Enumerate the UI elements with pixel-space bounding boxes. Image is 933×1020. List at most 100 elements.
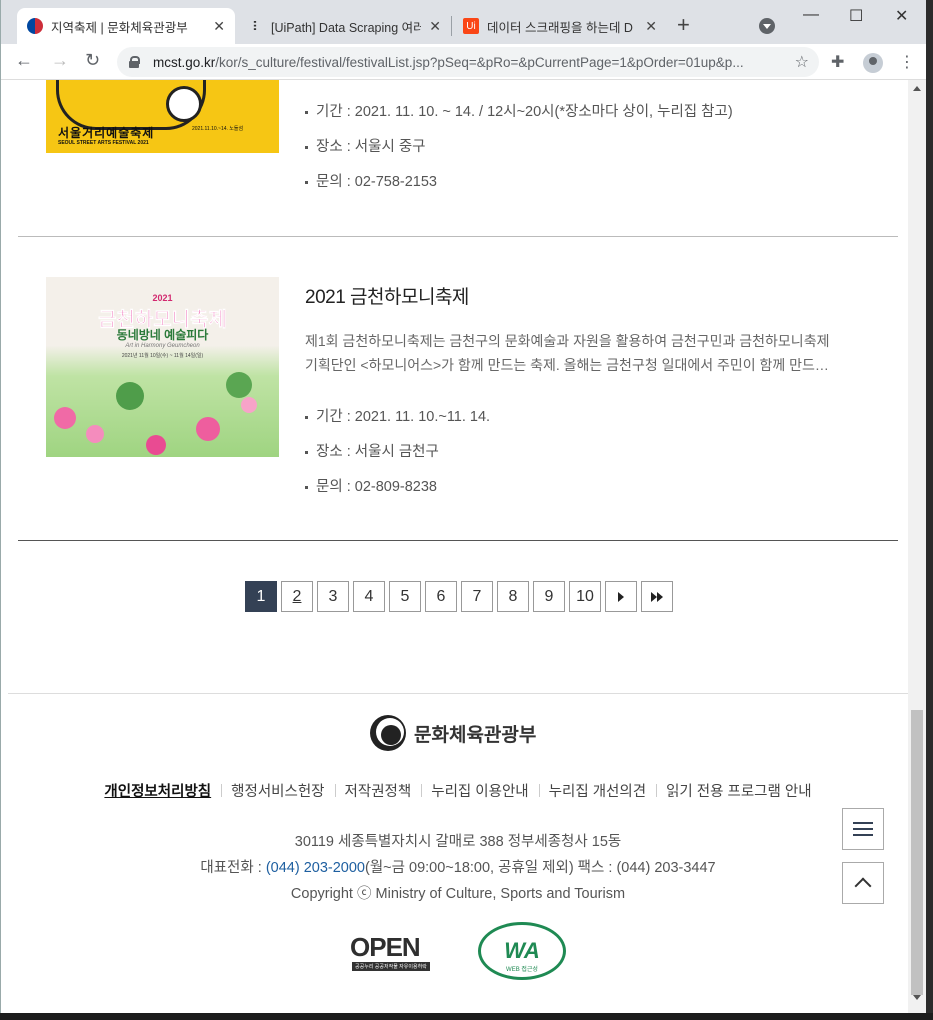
tab-title: 지역축제 | 문화체육관광부 — [51, 20, 188, 35]
festival-place: 장소 : 서울시 중구 — [305, 130, 905, 165]
footer-phone: 대표전화 : (044) 203-2000(월~금 09:00~18:00, 공… — [200, 860, 716, 876]
footer-link-copyright[interactable]: 저작권정책 — [334, 780, 422, 801]
close-tab-icon[interactable]: ✕ — [213, 18, 225, 35]
open-license-badge[interactable]: OPEN 공공누리 공공저작물 자유이용허락 — [350, 932, 442, 972]
festival-contact: 문의 : 02-758-2153 — [305, 165, 905, 200]
government-emblem-icon — [370, 715, 406, 751]
footer-link-usage-guide[interactable]: 누리집 이용안내 — [421, 780, 538, 801]
tab-search-icon[interactable] — [759, 18, 775, 34]
browser-toolbar: ← → ↻ mcst.go.kr/kor/s_culture/festival/… — [1, 44, 926, 80]
poster-flower — [86, 425, 104, 443]
festival-period: 기간 : 2021. 11. 10. ~ 14. / 12시~20시(*장소마다… — [305, 95, 905, 130]
ministry-logo[interactable]: 문화체육관광부 — [370, 715, 536, 751]
web-accessibility-badge[interactable]: WA WEB 접근성 — [478, 922, 566, 980]
close-tab-icon[interactable]: ✕ — [645, 18, 657, 35]
festival-poster-geumcheon-harmony[interactable]: 2021 금천하모니축제 동네방네 예술피다 Art in Harmony Ge… — [46, 277, 279, 457]
scrollbar-thumb[interactable] — [911, 710, 923, 995]
close-window-icon[interactable]: ✕ — [895, 6, 908, 26]
poster-doodle-face — [166, 86, 202, 122]
festival-description-line2: 기획단인 <하모니어스>가 함께 만드는 축제. 올해는 금천구청 일대에서 주… — [305, 357, 829, 373]
profile-avatar-icon[interactable] — [863, 53, 883, 73]
uipath-forum-favicon-icon: Ui — [463, 18, 479, 34]
tab-divider — [451, 16, 452, 36]
close-tab-icon[interactable]: ✕ — [429, 18, 441, 35]
uipath-favicon-icon: ⵗ — [252, 19, 258, 33]
poster-tree — [116, 382, 144, 410]
reload-icon[interactable]: ↻ — [85, 50, 100, 71]
maximize-icon[interactable]: ☐ — [849, 6, 863, 26]
page-3[interactable]: 3 — [317, 581, 349, 612]
festival-poster-seoul-street-arts[interactable]: 서울거리예술축제 SEOUL STREET ARTS FESTIVAL 2021… — [46, 80, 279, 153]
footer-links: 개인정보처리방침 행정서비스헌장 저작권정책 누리집 이용안내 누리집 개선의견… — [8, 780, 908, 801]
back-icon[interactable]: ← — [15, 50, 33, 71]
tab-strip: 지역축제 | 문화체육관광부 ✕ ⵗ [UiPath] Data Scrapin… — [1, 0, 926, 44]
page-1[interactable]: 1 — [245, 581, 277, 612]
page-8[interactable]: 8 — [497, 581, 529, 612]
chevron-up-icon — [854, 877, 872, 895]
wa-badge-subtext: WEB 접근성 — [506, 967, 538, 973]
next-arrow-icon — [618, 591, 624, 602]
korea-emblem-favicon-icon — [27, 18, 43, 34]
more-menu-icon[interactable]: ⋮ — [899, 52, 915, 72]
tab-festival[interactable]: 지역축제 | 문화체육관광부 ✕ — [17, 8, 235, 44]
url-text[interactable]: mcst.go.kr/kor/s_culture/festival/festiv… — [153, 55, 795, 70]
extensions-puzzle-icon[interactable]: ✚ — [831, 52, 844, 72]
open-badge-text: OPEN — [350, 932, 421, 962]
list-divider — [18, 236, 898, 237]
poster-info: 2021년 11월 10일(수) ~ 11월 14일(일) — [121, 353, 204, 359]
desktop-taskbar-strip — [0, 1013, 933, 1020]
address-bar[interactable]: mcst.go.kr/kor/s_culture/festival/festiv… — [117, 47, 819, 77]
footer-link-privacy[interactable]: 개인정보처리방침 — [94, 780, 221, 801]
scroll-to-top-button[interactable] — [842, 862, 884, 904]
page-4[interactable]: 4 — [353, 581, 385, 612]
new-tab-icon[interactable]: + — [677, 14, 690, 36]
festival-info-list: 기간 : 2021. 11. 10.~11. 14. 장소 : 서울시 금천구 … — [305, 400, 905, 505]
festival-description-line1: 제1회 금천하모니축제는 금천구의 문화예술과 자원을 활용하여 금천구민과 금… — [305, 333, 830, 349]
tab-title: 데이터 스크래핑을 하는데 D — [487, 20, 633, 35]
festival-place: 장소 : 서울시 금천구 — [305, 435, 905, 470]
next-page-button[interactable] — [605, 581, 637, 612]
last-arrow-icon — [657, 591, 663, 602]
scroll-down-icon[interactable] — [913, 995, 921, 1000]
page-9[interactable]: 9 — [533, 581, 565, 612]
footer-address: 30119 세종특별자치시 갈매로 388 정부세종청사 15동 — [294, 834, 622, 850]
festival-contact: 문의 : 02-809-8238 — [305, 470, 905, 505]
poster-flower — [196, 417, 220, 441]
minimize-icon[interactable]: — — [803, 6, 819, 24]
festival-text: 2021 금천하모니축제 제1회 금천하모니축제는 금천구의 문화예술과 자원을… — [305, 282, 905, 377]
scroll-up-icon[interactable] — [913, 86, 921, 91]
poster-flower — [241, 397, 257, 413]
poster-subtitle: 동네방네 예술피다 — [116, 328, 209, 342]
page-2[interactable]: 2 — [281, 581, 313, 612]
page-5[interactable]: 5 — [389, 581, 421, 612]
site-footer: 문화체육관광부 개인정보처리방침 행정서비스헌장 저작권정책 누리집 이용안내 … — [8, 693, 908, 1020]
festival-title[interactable]: 2021 금천하모니축제 — [305, 282, 905, 309]
page-7[interactable]: 7 — [461, 581, 493, 612]
footer-link-viewer-programs[interactable]: 읽기 전용 프로그램 안내 — [656, 780, 822, 801]
footer-link-feedback[interactable]: 누리집 개선의견 — [538, 780, 656, 801]
ministry-name: 문화체육관광부 — [414, 724, 537, 746]
poster-date: 2021.11.10.~14. 노들섬 — [192, 126, 244, 132]
footer-link-service-charter[interactable]: 행정서비스헌장 — [221, 780, 334, 801]
tab-data-scraping-question[interactable]: Ui 데이터 스크래핑을 하는데 D ✕ — [453, 8, 667, 44]
open-badge-subtext: 공공누리 공공저작물 자유이용허락 — [352, 962, 430, 971]
lock-icon[interactable] — [129, 56, 140, 68]
site-menu-button[interactable] — [842, 808, 884, 850]
hamburger-icon — [853, 822, 873, 836]
festival-info-list: 기간 : 2021. 11. 10. ~ 14. / 12시~20시(*장소마다… — [305, 95, 905, 200]
wa-badge-text: WA — [504, 938, 540, 963]
phone-number-link[interactable]: (044) 203-2000 — [266, 860, 365, 876]
tab-uipath-scraping[interactable]: ⵗ [UiPath] Data Scraping 여러 ✕ — [237, 8, 451, 44]
poster-flower — [54, 407, 76, 429]
festival-period: 기간 : 2021. 11. 10.~11. 14. — [305, 400, 905, 435]
forward-icon[interactable]: → — [51, 50, 69, 71]
page-scrollbar[interactable] — [908, 80, 926, 1020]
poster-slogan: Art in Harmony Geumcheon — [125, 343, 200, 349]
page-10[interactable]: 10 — [569, 581, 601, 612]
page-6[interactable]: 6 — [425, 581, 457, 612]
footer-copyright: Copyright ⓒ Ministry of Culture, Sports … — [290, 886, 626, 902]
poster-flower — [146, 435, 166, 455]
poster-title: 서울거리예술축제 — [58, 126, 155, 140]
last-page-button[interactable] — [641, 581, 673, 612]
bookmark-star-icon[interactable]: ☆ — [795, 52, 809, 72]
